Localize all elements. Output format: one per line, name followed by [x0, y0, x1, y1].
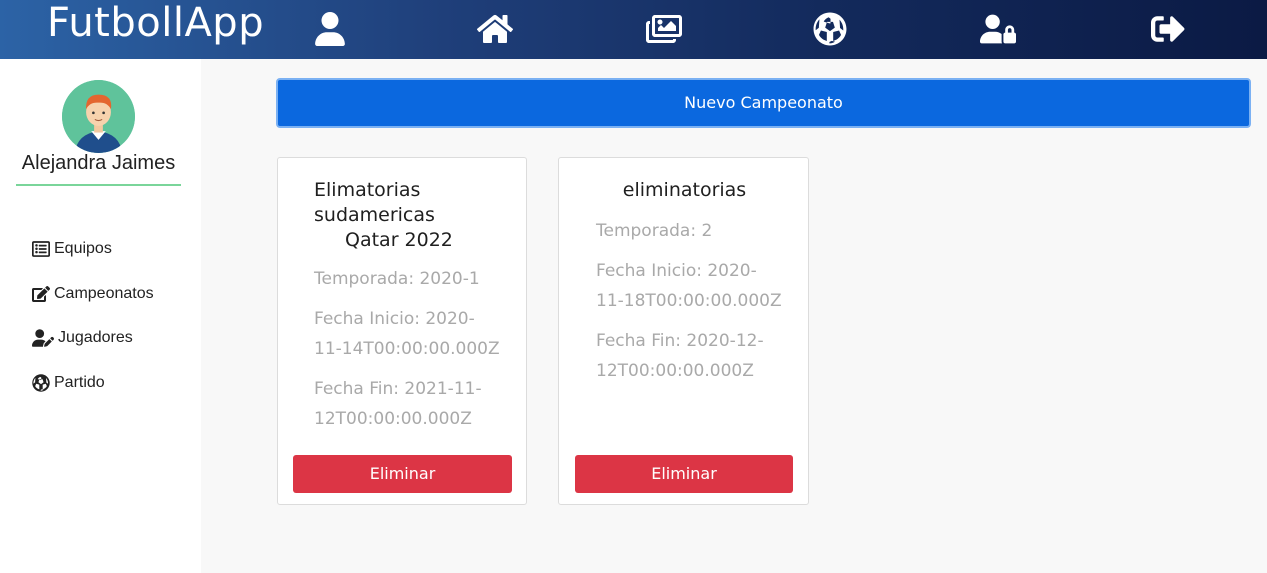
card-start-date: Fecha Inicio: 2020- 11-14T00:00:00.000Z [314, 304, 500, 364]
home-icon[interactable] [476, 12, 514, 46]
images-icon[interactable] [646, 12, 682, 46]
user-divider [16, 184, 181, 186]
card-title-line: Elimatorias [314, 179, 421, 201]
sidebar-item-label: Campeonatos [54, 285, 154, 302]
user-icon[interactable] [312, 12, 348, 46]
sidebar-item-jugadores[interactable]: Jugadores [32, 327, 133, 349]
card-title-line: sudamericas [314, 204, 435, 226]
app-brand[interactable]: FutbollApp [47, 0, 264, 50]
avatar [62, 80, 135, 153]
card-title-line: Qatar 2022 [345, 229, 453, 251]
championship-card: Elimatorias sudamericas Qatar 2022 Tempo… [277, 157, 527, 505]
delete-button[interactable]: Eliminar [293, 455, 512, 493]
sidebar-item-partido[interactable]: Partido [32, 372, 105, 394]
edit-icon [32, 285, 50, 303]
card-end-date-line: 12T00:00:00.000Z [596, 361, 754, 381]
card-end-date: Fecha Fin: 2020-12- 12T00:00:00.000Z [596, 326, 764, 386]
sidebar-item-label: Partido [54, 374, 105, 391]
card-start-date-line: 11-18T00:00:00.000Z [596, 291, 782, 311]
card-start-date-line: 11-14T00:00:00.000Z [314, 339, 500, 359]
championship-card: eliminatorias Temporada: 2 Fecha Inicio:… [558, 157, 809, 505]
card-start-date-line: Fecha Inicio: 2020- [314, 309, 475, 329]
card-season: Temporada: 2 [596, 221, 713, 241]
card-season: Temporada: 2020-1 [314, 269, 480, 289]
sign-out-icon[interactable] [1150, 12, 1186, 46]
sidebar-item-label: Jugadores [58, 329, 133, 346]
card-start-date-line: Fecha Inicio: 2020- [596, 261, 757, 281]
user-edit-icon [32, 329, 54, 347]
calendar-list-icon [32, 240, 50, 258]
card-start-date: Fecha Inicio: 2020- 11-18T00:00:00.000Z [596, 256, 782, 316]
user-name: Alejandra Jaimes [21, 152, 176, 174]
top-navbar: FutbollApp [0, 0, 1267, 59]
sidebar: Alejandra Jaimes Equipos Campeonatos Jug… [0, 59, 201, 573]
delete-button[interactable]: Eliminar [575, 455, 793, 493]
card-title: eliminatorias [559, 178, 810, 203]
card-end-date-line: Fecha Fin: 2021-11- [314, 379, 482, 399]
card-title: Elimatorias sudamericas Qatar 2022 [314, 178, 453, 253]
new-championship-button[interactable]: Nuevo Campeonato [276, 78, 1251, 128]
soccer-ball-icon[interactable] [812, 12, 848, 46]
sidebar-item-label: Equipos [54, 240, 112, 257]
card-end-date-line: 12T00:00:00.000Z [314, 409, 472, 429]
user-lock-icon[interactable] [980, 12, 1016, 46]
card-end-date-line: Fecha Fin: 2020-12- [596, 331, 764, 351]
soccer-ball-icon [32, 374, 50, 392]
card-title-line: eliminatorias [622, 179, 747, 201]
sidebar-item-equipos[interactable]: Equipos [32, 238, 112, 260]
sidebar-item-campeonatos[interactable]: Campeonatos [32, 283, 154, 305]
card-end-date: Fecha Fin: 2021-11- 12T00:00:00.000Z [314, 374, 482, 434]
